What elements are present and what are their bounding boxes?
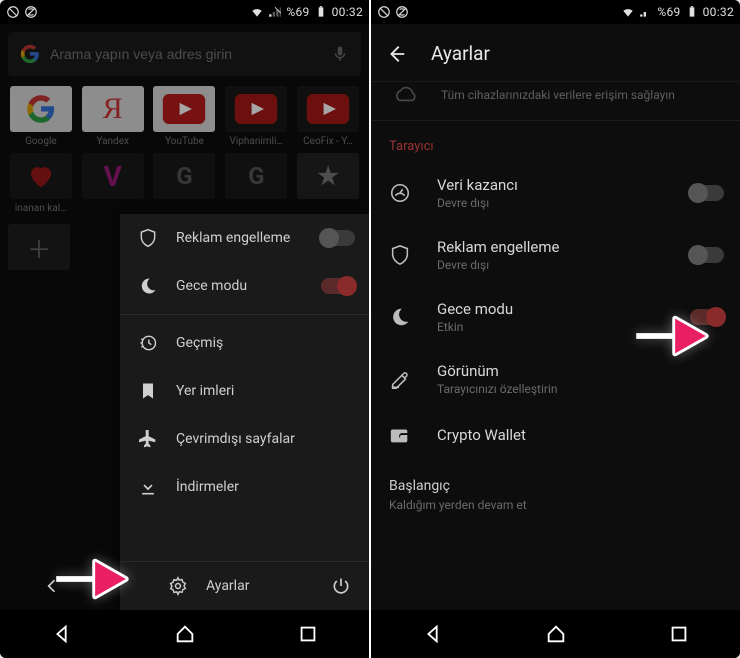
back-arrow-icon[interactable]	[385, 43, 407, 65]
clock: 00:32	[332, 5, 363, 19]
toggle-data-savings[interactable]	[690, 185, 724, 201]
menu-history[interactable]: Geçmiş	[120, 319, 369, 367]
startup-sub: Kaldığım yerden devam et	[389, 498, 722, 512]
back-arrow-icon[interactable]	[42, 576, 62, 596]
do-not-disturb-icon	[6, 5, 20, 19]
row-night-mode[interactable]: Gece modu Etkin	[371, 286, 740, 348]
nav-back-button[interactable]	[46, 618, 78, 650]
menu-label: Gece modu	[176, 278, 247, 294]
row-ad-block[interactable]: Reklam engelleme Devre dışı	[371, 224, 740, 286]
phone-right: %69 00:32 Ayarlar Tüm cihazlarınızdaki v…	[371, 0, 740, 658]
do-not-disturb-icon	[377, 5, 391, 19]
sync-row[interactable]: Tüm cihazlarınızdaki verilere erişim sağ…	[371, 80, 740, 121]
section-browser-label: Tarayıcı	[371, 121, 740, 162]
menu-label: Çevrimdışı sayfalar	[176, 431, 295, 447]
bookmark-icon	[138, 381, 158, 401]
row-title: Gece modu	[437, 300, 513, 318]
wifi-icon	[250, 5, 264, 19]
battery-icon	[685, 5, 699, 19]
startup-title: Başlangıç	[389, 478, 722, 494]
row-data-savings[interactable]: Veri kazancı Devre dışı	[371, 162, 740, 224]
menu-night-mode[interactable]: Gece modu	[120, 262, 369, 310]
wifi-icon	[621, 5, 635, 19]
download-icon	[138, 477, 158, 497]
nav-recent-button[interactable]	[292, 618, 324, 650]
nav-home-button[interactable]	[540, 618, 572, 650]
shield-icon	[138, 228, 158, 248]
wallet-icon	[389, 424, 411, 446]
settings-header: Ayarlar	[371, 26, 740, 82]
nav-recent-button[interactable]	[663, 618, 695, 650]
menu-ad-block[interactable]: Reklam engelleme	[120, 214, 369, 262]
android-navbar	[0, 610, 369, 658]
menu-label: Reklam engelleme	[176, 230, 290, 246]
android-navbar	[371, 610, 740, 658]
paint-icon	[389, 368, 411, 390]
menu-settings-label[interactable]: Ayarlar	[206, 578, 313, 594]
row-sub: Etkin	[437, 320, 513, 334]
opera-menu-panel: Reklam engelleme Gece modu Geçmiş	[120, 214, 369, 610]
menu-label: Geçmiş	[176, 335, 223, 351]
sync-subtitle: Tüm cihazlarınızdaki verilere erişim sağ…	[441, 88, 675, 102]
airplane-icon	[138, 429, 158, 449]
row-crypto-wallet[interactable]: Crypto Wallet	[371, 410, 740, 460]
history-icon	[138, 333, 158, 353]
no-data-icon	[24, 5, 38, 19]
row-appearance[interactable]: Görünüm Tarayıcınızı özelleştirin	[371, 348, 740, 410]
row-title: Görünüm	[437, 362, 558, 380]
gear-icon[interactable]	[168, 576, 188, 596]
nav-back-button[interactable]	[417, 618, 449, 650]
clock: 00:32	[703, 5, 734, 19]
startup-block[interactable]: Başlangıç Kaldığım yerden devam et	[371, 460, 740, 512]
shield-icon	[389, 244, 411, 266]
two-phone-container: %69 00:32 Google Я	[0, 0, 740, 658]
moon-icon	[389, 306, 411, 328]
menu-bookmarks[interactable]: Yer imleri	[120, 367, 369, 415]
status-bar: %69 00:32	[371, 0, 740, 24]
moon-icon	[138, 276, 158, 296]
battery-pct: %69	[286, 5, 309, 19]
power-icon[interactable]	[331, 576, 351, 596]
menu-label: Yer imleri	[176, 383, 234, 399]
row-title: Veri kazancı	[437, 176, 518, 194]
menu-footer: Ayarlar	[120, 561, 369, 610]
menu-divider	[120, 314, 369, 315]
toggle-adblock[interactable]	[690, 247, 724, 263]
row-sub: Tarayıcınızı özelleştirin	[437, 382, 558, 396]
menu-offline[interactable]: Çevrimdışı sayfalar	[120, 415, 369, 463]
signal-icon	[268, 5, 282, 19]
no-data-icon	[395, 5, 409, 19]
battery-pct: %69	[657, 5, 680, 19]
gauge-icon	[389, 182, 411, 204]
row-title: Crypto Wallet	[437, 426, 526, 444]
nav-home-button[interactable]	[169, 618, 201, 650]
phone-left: %69 00:32 Google Я	[0, 0, 369, 658]
signal-icon	[639, 5, 653, 19]
cloud-sync-icon	[393, 86, 419, 104]
row-sub: Devre dışı	[437, 196, 518, 210]
toggle-nightmode[interactable]	[690, 309, 724, 325]
menu-downloads[interactable]: İndirmeler	[120, 463, 369, 511]
battery-icon	[314, 5, 328, 19]
toggle-nightmode[interactable]	[321, 278, 355, 294]
status-bar: %69 00:32	[0, 0, 369, 24]
settings-body: Tüm cihazlarınızdaki verilere erişim sağ…	[371, 80, 740, 610]
settings-title: Ayarlar	[431, 42, 490, 65]
row-sub: Devre dışı	[437, 258, 559, 272]
menu-label: İndirmeler	[176, 479, 239, 495]
row-title: Reklam engelleme	[437, 238, 559, 256]
toggle-adblock[interactable]	[321, 230, 355, 246]
